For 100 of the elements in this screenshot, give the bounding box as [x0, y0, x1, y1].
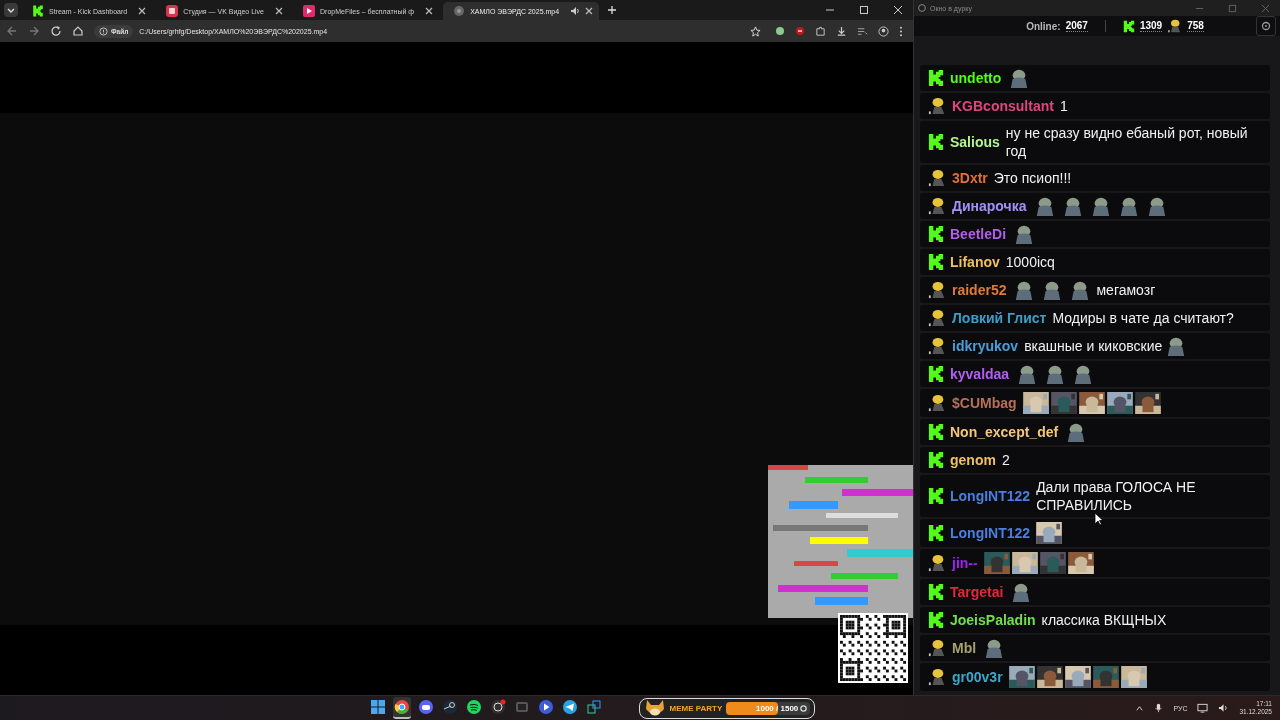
- close-icon[interactable]: [138, 7, 147, 15]
- message-text: Модиры в чате да считают?: [1052, 309, 1234, 327]
- mouse-cursor-icon: [1094, 512, 1104, 526]
- kick-logo-icon: [928, 365, 944, 383]
- online-count: 2067: [1065, 20, 1088, 32]
- message-text: мегамозг: [1096, 281, 1156, 299]
- message-text: 2: [1001, 451, 1010, 469]
- menu-icon[interactable]: [899, 25, 903, 37]
- username[interactable]: genom: [950, 451, 996, 469]
- message-text: Это псиоп!!!: [993, 169, 1072, 187]
- kick-logo-icon: [928, 487, 944, 505]
- username[interactable]: Non_except_def: [950, 423, 1059, 441]
- kick-logo-icon: [928, 451, 944, 469]
- blob-figure-icon: [1167, 19, 1183, 33]
- username[interactable]: Targetai: [950, 583, 1004, 601]
- username[interactable]: raider52: [952, 281, 1007, 299]
- qr-code-icon: [838, 613, 908, 683]
- message-text: ну не сразу видно ебаный рот, новый год: [1005, 124, 1249, 160]
- username[interactable]: jin--: [952, 554, 978, 572]
- play-logo-icon: [303, 5, 315, 17]
- close-icon[interactable]: [425, 7, 434, 15]
- username[interactable]: LongINT122: [950, 487, 1031, 505]
- kick-logo-icon: [928, 133, 944, 151]
- message-text: 1: [1059, 97, 1068, 115]
- username[interactable]: undetto: [950, 69, 1002, 87]
- windows-logo-icon: [369, 699, 386, 715]
- kick-logo-icon: [928, 69, 944, 87]
- username[interactable]: KGBconsultant: [952, 97, 1054, 115]
- username[interactable]: idkryukov: [952, 337, 1019, 355]
- caret-up-icon[interactable]: [1135, 703, 1145, 713]
- kick-logo-icon: [1122, 19, 1135, 33]
- username[interactable]: Ловкий Глист: [952, 309, 1047, 327]
- paper-plane-icon: [561, 699, 578, 715]
- media-icon[interactable]: [857, 25, 868, 37]
- settings-button[interactable]: [1256, 16, 1276, 36]
- kick-logo-icon: [32, 5, 44, 17]
- star-icon[interactable]: [750, 25, 761, 37]
- steam-icon: [441, 699, 458, 715]
- blob-figure-icon: [928, 668, 946, 686]
- username[interactable]: LongINT122: [950, 524, 1031, 542]
- username[interactable]: Mbl: [952, 639, 977, 657]
- message-text: 1000icq: [1005, 253, 1055, 271]
- username[interactable]: Lifanov: [950, 253, 1000, 271]
- recorder-icon: [489, 699, 506, 715]
- play-icon: [537, 699, 554, 715]
- username[interactable]: Динарочка: [952, 197, 1027, 215]
- username[interactable]: $CUMbag: [952, 394, 1017, 412]
- vk-logo-icon: [166, 5, 179, 17]
- settings-icon: [800, 704, 808, 712]
- kick-logo-icon: [928, 611, 944, 629]
- reload-icon[interactable]: [50, 25, 62, 37]
- online-label: Online:: [1026, 20, 1061, 32]
- settings-icon: [1261, 21, 1271, 31]
- info-icon: [99, 26, 108, 36]
- username[interactable]: Salious: [950, 133, 1000, 151]
- vk-viewer-count: 758: [1187, 20, 1204, 32]
- username[interactable]: BeetleDi: [950, 225, 1007, 243]
- forward-icon[interactable]: [28, 25, 40, 37]
- username[interactable]: 3Dxtr: [952, 169, 988, 187]
- blob-figure-icon: [928, 169, 946, 187]
- globe-icon: [453, 5, 466, 17]
- taskbar-button[interactable]: [392, 697, 411, 719]
- blob-figure-icon: [928, 309, 946, 327]
- widget-title: MEME PARTY: [669, 703, 723, 713]
- close-icon[interactable]: [585, 7, 594, 15]
- new-tab-icon[interactable]: [607, 5, 618, 15]
- username[interactable]: JoeisPaladin: [950, 611, 1036, 629]
- blob-figure-icon: [928, 97, 946, 115]
- kick-viewer-count: 1309: [1139, 20, 1163, 32]
- monitor-icon[interactable]: [1197, 703, 1209, 713]
- download-icon[interactable]: [836, 25, 847, 37]
- blob-figure-icon: [928, 394, 946, 412]
- home-icon[interactable]: [72, 25, 84, 37]
- kick-logo-icon: [928, 583, 944, 601]
- blob-figure-icon: [928, 337, 946, 355]
- tab-list-button[interactable]: [4, 3, 18, 17]
- meme-widget[interactable]: MEME PARTY 1000 / 1500: [638, 697, 816, 719]
- username[interactable]: gr00v3r: [952, 668, 1003, 686]
- profile-icon[interactable]: [878, 25, 889, 37]
- close-icon[interactable]: [275, 7, 283, 15]
- kick-logo-icon: [928, 253, 944, 271]
- blob-figure-icon: [928, 639, 946, 657]
- browser-icon: [393, 699, 410, 715]
- message-text: классика ВКЩНЫХ: [1041, 611, 1167, 629]
- blob-figure-icon: [928, 554, 946, 572]
- extension-icon[interactable]: [795, 26, 805, 36]
- message-text: Дали права ГОЛОСА НЕ СПРАВИЛИСЬ: [1036, 478, 1197, 514]
- dog-mascot-icon: [643, 698, 666, 718]
- username[interactable]: kyvaldaa: [950, 365, 1010, 383]
- microphone-icon[interactable]: [1154, 703, 1164, 713]
- kick-logo-icon: [928, 423, 944, 441]
- kick-logo-icon: [928, 524, 944, 542]
- back-icon[interactable]: [6, 25, 18, 37]
- window-icon: [513, 699, 530, 715]
- extension-icon[interactable]: [775, 26, 785, 36]
- speaker-icon[interactable]: [1218, 703, 1230, 713]
- music-app-icon: [465, 699, 482, 715]
- chat-app-icon: [417, 699, 434, 715]
- progress-text: 1000 / 1500: [756, 703, 799, 713]
- kick-logo-icon: [928, 225, 944, 243]
